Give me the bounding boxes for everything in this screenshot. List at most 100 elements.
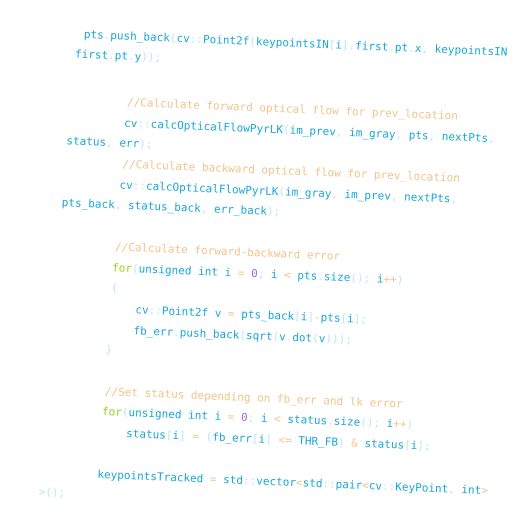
code-operator: = <box>185 429 206 444</box>
code-identifier: Point2f <box>202 32 250 48</box>
code-punctuation: (); <box>359 415 387 430</box>
code-identifier: pts_back <box>240 307 295 323</box>
code-line: keypointsTracked = std::vector<std::pair… <box>97 468 488 498</box>
code-operator: < <box>277 268 298 282</box>
code-operator: = <box>221 306 242 321</box>
code-identifier: push_back <box>110 28 171 45</box>
code-punctuation: ) <box>396 273 404 287</box>
code-line: { <box>111 281 118 295</box>
code-punctuation: } <box>105 343 113 357</box>
code-line: cv::Point2f v = pts_back[i]-pts[i]; <box>135 303 367 327</box>
code-identifier: keypointsIN <box>255 35 329 52</box>
code-identifier: dot <box>292 330 313 345</box>
code-identifier: err <box>119 136 140 151</box>
code-punctuation: :: <box>381 479 396 494</box>
code-punctuation: ))); <box>325 332 353 347</box>
code-line: first.pt.y)); <box>75 47 162 65</box>
code-identifier: cv <box>135 303 149 317</box>
code-punctuation: , <box>200 201 215 216</box>
code-identifier: KeyPoint <box>395 480 449 496</box>
code-identifier: nextPts <box>441 129 489 145</box>
code-identifier: im_prev <box>344 187 392 203</box>
code-identifier: fb_err <box>133 324 174 339</box>
code-punctuation: ]; <box>353 312 368 326</box>
code-identifier: pts_back <box>61 196 116 212</box>
code-punctuation: , <box>331 187 345 201</box>
code-identifier: std <box>302 476 323 491</box>
code-punctuation: :: <box>242 473 257 488</box>
code-punctuation: ; <box>247 411 262 425</box>
code-identifier: calcOpticalFlowPyrLK <box>150 117 284 137</box>
code-punctuation: , <box>487 131 496 146</box>
code-line: //Calculate forward-backward error <box>115 240 341 263</box>
code-punctuation: , <box>105 135 120 150</box>
code-operator: ++ <box>383 272 397 287</box>
code-punctuation: :: <box>137 117 151 131</box>
code-keyword: for <box>111 261 133 276</box>
code-punctuation: ); <box>266 204 281 219</box>
code-punctuation: , <box>335 125 350 140</box>
code-punctuation: >(); <box>38 485 66 500</box>
code-punctuation: , <box>428 129 443 143</box>
code-punctuation: )); <box>140 50 162 65</box>
code-identifier: calcOpticalFlowPyrLK <box>145 179 279 199</box>
code-punctuation: ]; <box>417 439 431 453</box>
code-line: status, err); <box>66 134 153 152</box>
code-identifier: status <box>66 134 107 149</box>
code-punctuation: :: <box>132 179 147 193</box>
code-punctuation: , <box>390 189 405 204</box>
code-identifier: size <box>333 414 361 429</box>
code-line: pts_back, status_back, err_back); <box>61 196 281 219</box>
code-identifier: vector <box>256 474 297 490</box>
code-operator: <= <box>271 433 299 448</box>
code-identifier: im_prev <box>289 123 337 139</box>
code-identifier: unsigned int <box>128 406 209 423</box>
code-identifier: first <box>74 47 109 62</box>
code-punctuation: , <box>395 127 409 142</box>
code-identifier: size <box>323 270 351 285</box>
code-identifier: status <box>287 412 328 428</box>
code-punctuation: :: <box>189 32 204 46</box>
code-keyword: for <box>101 404 123 419</box>
code-editor-view: pts.push_back(cv::Point2f(keypointsIN[i]… <box>0 0 512 512</box>
code-line: } <box>105 343 112 357</box>
code-identifier: im_gray <box>348 126 396 141</box>
code-identifier: pt <box>394 40 409 55</box>
code-operator: = <box>230 266 252 281</box>
code-identifier: pair <box>335 477 363 492</box>
code-punctuation: , <box>114 198 129 212</box>
code-punctuation: :: <box>322 477 336 491</box>
code-punctuation: ) <box>406 417 414 431</box>
code-comment: //Calculate forward-backward error <box>114 240 341 263</box>
code-punctuation: , <box>421 41 435 56</box>
code-operator: = <box>203 472 224 487</box>
code-identifier: sqrt <box>245 328 273 343</box>
code-identifier: push_back <box>179 326 240 342</box>
code-identifier: pts <box>320 311 341 325</box>
code-punctuation: { <box>110 281 119 295</box>
code-punctuation: , <box>447 482 462 497</box>
code-identifier: err_back <box>213 202 268 218</box>
code-identifier: keypointsIN <box>434 42 508 59</box>
code-identifier: cv <box>368 479 383 493</box>
code-identifier: Point2f <box>161 304 209 320</box>
code-identifier: first <box>354 39 389 54</box>
code-identifier: pts <box>408 128 429 143</box>
code-punctuation: , <box>450 192 458 206</box>
code-identifier: pts <box>83 27 104 42</box>
code-identifier: status <box>125 426 167 442</box>
code-punctuation: :: <box>148 303 163 318</box>
code-identifier: int <box>461 483 482 497</box>
code-identifier: cv <box>119 178 134 193</box>
code-operator: > <box>481 483 489 498</box>
code-punctuation: ; <box>257 267 272 281</box>
code-identifier: cv <box>176 31 191 46</box>
code-punctuation: (); <box>350 271 378 286</box>
code-identifier: pt <box>114 49 129 63</box>
code-punctuation: ]. <box>341 38 356 53</box>
code-operator: ++ <box>393 417 407 431</box>
code-identifier: keypointsTracked <box>97 467 204 486</box>
code-line: for(unsigned int i = 0; i < pts.size(); … <box>112 261 404 287</box>
code-identifier: im_gray <box>284 185 332 201</box>
code-operator: < <box>267 411 288 426</box>
